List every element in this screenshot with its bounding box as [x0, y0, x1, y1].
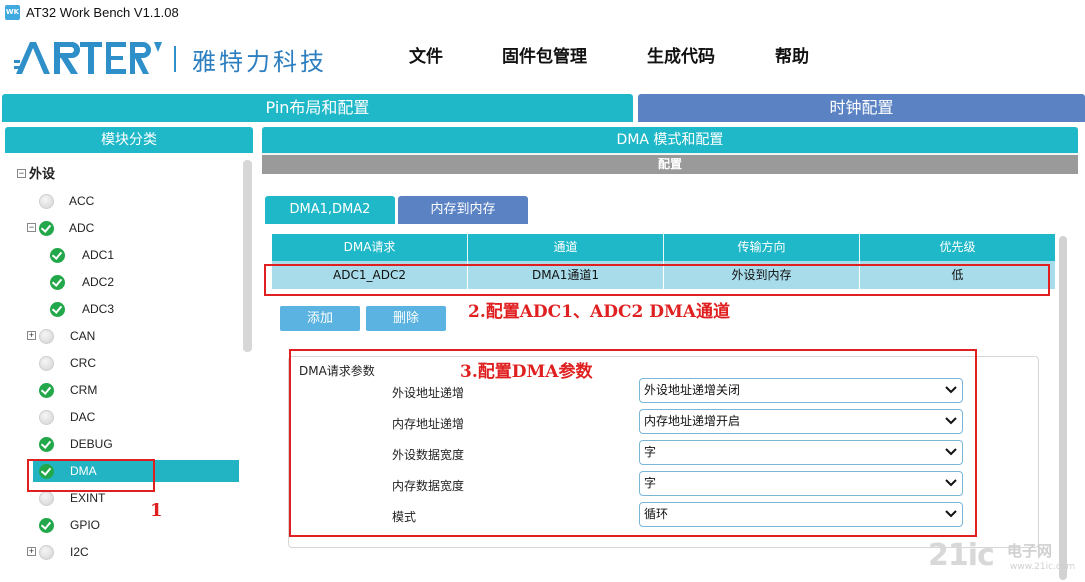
tree-item-label: I2C: [70, 545, 89, 559]
tree-item-label: ADC1: [82, 248, 115, 262]
expand-icon[interactable]: +: [27, 547, 36, 556]
column-header-channel[interactable]: 通道: [468, 234, 664, 261]
column-header-priority[interactable]: 优先级: [860, 234, 1055, 261]
watermark-url: www.21ic.com: [1010, 562, 1076, 572]
tree-item-adc3[interactable]: ADC3: [5, 298, 241, 320]
status-configured-icon: [39, 437, 54, 452]
tree-item-gpio[interactable]: GPIO: [5, 514, 241, 536]
collapse-icon[interactable]: −: [17, 169, 26, 178]
watermark-cn: 电子网: [1007, 542, 1053, 560]
annotation-box-channel: [264, 264, 1050, 296]
tab-pin-config[interactable]: Pin布局和配置: [2, 94, 633, 122]
tree-item-crm[interactable]: CRM: [5, 379, 241, 401]
logo-divider: [174, 46, 176, 72]
tree-item-label: GPIO: [70, 518, 101, 532]
scrollbar-thumb[interactable]: [1059, 236, 1067, 580]
column-header-request[interactable]: DMA请求: [272, 234, 468, 261]
brand-name: 雅特力科技: [192, 48, 327, 76]
tree-item-label: ADC: [69, 221, 95, 235]
tab-dma1-dma2[interactable]: DMA1,DMA2: [265, 196, 395, 224]
tree-item-dac[interactable]: DAC: [5, 406, 241, 428]
tree-item-label: CRM: [70, 383, 98, 397]
status-configured-icon: [50, 275, 65, 290]
module-panel-title: 模块分类: [5, 127, 253, 153]
tree-item-label: ACC: [69, 194, 95, 208]
tree-item-label: ADC2: [82, 275, 115, 289]
tab-clock-config[interactable]: 时钟配置: [638, 94, 1085, 122]
dma-panel-title: DMA 模式和配置: [262, 127, 1078, 153]
annotation-box-params: [289, 349, 977, 537]
menu-generate-code[interactable]: 生成代码: [647, 42, 715, 67]
status-unconfigured-icon: [39, 356, 54, 371]
tree-item-can[interactable]: + CAN: [5, 325, 241, 347]
tree-item-i2c[interactable]: + I2C: [5, 541, 241, 563]
tree-root-peripherals[interactable]: − 外设: [5, 163, 241, 185]
annotation-step1: 1: [150, 500, 163, 521]
tree-item-debug[interactable]: DEBUG: [5, 433, 241, 455]
tree-item-label: ADC3: [82, 302, 115, 316]
annotation-box-dma: [27, 459, 155, 492]
tree-item-label: DAC: [70, 410, 96, 424]
column-header-direction[interactable]: 传输方向: [664, 234, 860, 261]
status-configured-icon: [39, 518, 54, 533]
status-unconfigured-icon: [39, 545, 54, 560]
module-panel: 模块分类 − 外设 ACC − ADC ADC1 ADC2 ADC3 + CAN…: [5, 127, 253, 582]
tree-item-label: DEBUG: [70, 437, 113, 451]
status-unconfigured-icon: [39, 194, 54, 209]
status-configured-icon: [50, 302, 65, 317]
module-tree-scrollbar[interactable]: [243, 160, 252, 352]
tree-item-adc1[interactable]: ADC1: [5, 244, 241, 266]
annotation-step3: 3.配置DMA参数: [460, 362, 593, 382]
tree-item-crc[interactable]: CRC: [5, 352, 241, 374]
tree-item-label: CAN: [70, 329, 96, 343]
status-unconfigured-icon: [39, 491, 54, 506]
app-icon: WK: [5, 5, 20, 20]
tab-mem-to-mem[interactable]: 内存到内存: [398, 196, 528, 224]
module-tree: − 外设 ACC − ADC ADC1 ADC2 ADC3 + CAN CRC …: [5, 157, 241, 582]
delete-button[interactable]: 删除: [366, 306, 446, 331]
window-title: AT32 Work Bench V1.1.08: [26, 5, 179, 20]
add-button[interactable]: 添加: [280, 306, 360, 331]
status-configured-icon: [39, 383, 54, 398]
tree-item-adc2[interactable]: ADC2: [5, 271, 241, 293]
status-unconfigured-icon: [39, 329, 54, 344]
title-bar: WK AT32 Work Bench V1.1.08: [0, 0, 1085, 26]
watermark-logo: 21ic: [928, 538, 995, 573]
expand-icon[interactable]: +: [27, 331, 36, 340]
status-configured-icon: [39, 221, 54, 236]
config-bar: 配置: [262, 155, 1078, 174]
collapse-icon[interactable]: −: [27, 223, 36, 232]
annotation-step2: 2.配置ADC1、ADC2 DMA通道: [468, 302, 730, 322]
menu-file[interactable]: 文件: [409, 42, 443, 67]
content-scrollbar[interactable]: [1057, 234, 1069, 582]
table-header: DMA请求 通道 传输方向 优先级: [272, 234, 1055, 261]
status-unconfigured-icon: [39, 410, 54, 425]
tree-root-label: 外设: [29, 166, 56, 181]
tree-item-adc[interactable]: − ADC: [5, 217, 241, 239]
artery-logo: [14, 42, 162, 74]
status-configured-icon: [50, 248, 65, 263]
tree-item-acc[interactable]: ACC: [5, 190, 241, 212]
menu-help[interactable]: 帮助: [775, 42, 809, 67]
menu-firmware[interactable]: 固件包管理: [502, 42, 587, 67]
tree-item-label: CRC: [70, 356, 96, 370]
